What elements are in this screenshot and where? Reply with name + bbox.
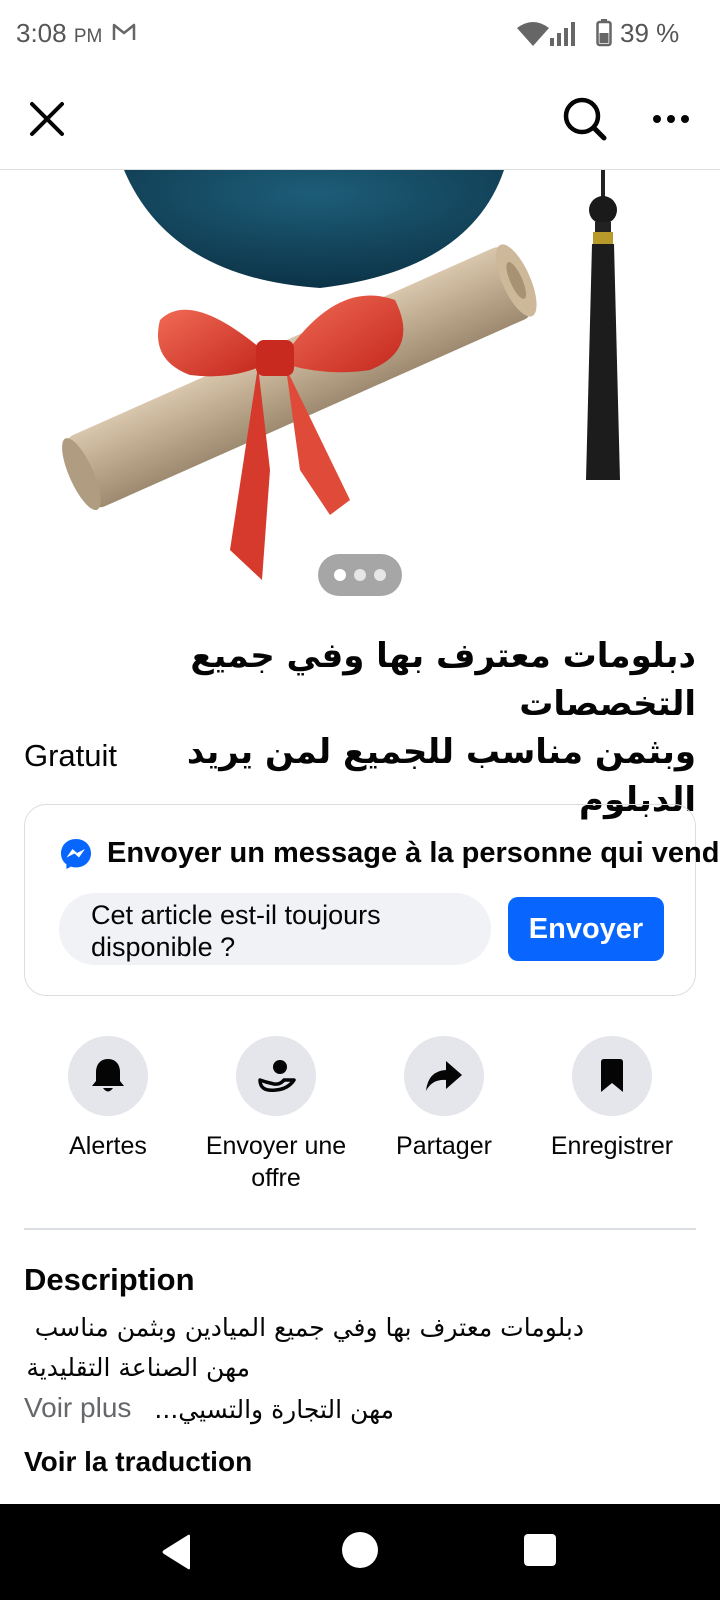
message-input[interactable]: Cet article est-il toujours disponible ? <box>59 893 491 965</box>
send-button[interactable]: Envoyer <box>508 897 664 961</box>
share-button[interactable]: Partager <box>360 1036 528 1162</box>
close-icon <box>30 102 64 136</box>
status-time-ampm: PM <box>73 26 103 47</box>
carousel-dot-2 <box>354 569 366 581</box>
status-time-value: 3:08 <box>16 18 67 48</box>
listing-price: Gratuit <box>24 738 118 773</box>
carousel-dot-3 <box>374 569 386 581</box>
search-button[interactable] <box>558 92 612 146</box>
message-input-line1: Cet article est-il toujours <box>91 900 381 930</box>
status-time: 3:08 PM <box>16 18 102 49</box>
message-heading: Envoyer un message à la personne qui ven… <box>107 837 720 869</box>
offer-icon <box>258 1060 296 1093</box>
send-offer-circle <box>236 1036 316 1116</box>
listing-title: دبلومات معترف بها وفي جميع التخصصات وبثم… <box>24 632 696 824</box>
wifi-icon <box>517 22 549 46</box>
status-bar: 3:08 PM 39 % <box>0 0 720 68</box>
more-icon <box>653 115 689 123</box>
battery-percent: 39 % <box>620 18 680 48</box>
listing-title-line1: دبلومات معترف بها وفي جميع التخصصات <box>190 636 696 724</box>
message-seller-card: Envoyer un message à la personne qui ven… <box>24 804 719 996</box>
alerts-circle <box>68 1036 148 1116</box>
home-icon[interactable] <box>342 1532 378 1568</box>
listing-photo[interactable] <box>0 170 720 610</box>
message-input-line2: disponible ? <box>91 932 236 962</box>
alerts-label: Alertes <box>69 1132 147 1160</box>
send-offer-label-line1: Envoyer une <box>205 1132 347 1160</box>
send-offer-label-line2: offre <box>251 1164 301 1192</box>
signal-icon <box>550 22 575 46</box>
save-circle <box>572 1036 652 1116</box>
more-options-button[interactable] <box>646 94 696 144</box>
description-line2: مهن الصناعة التقليدية <box>26 1353 250 1382</box>
gmail-icon <box>112 23 136 40</box>
back-icon[interactable] <box>160 1534 194 1570</box>
bookmark-icon <box>601 1059 623 1092</box>
android-nav-bar <box>0 1504 720 1600</box>
top-bar <box>0 68 720 170</box>
section-divider <box>24 1228 696 1230</box>
alerts-button[interactable]: Alertes <box>24 1036 192 1162</box>
save-label: Enregistrer <box>550 1132 674 1160</box>
description-heading: Description <box>24 1262 195 1297</box>
bell-icon <box>92 1059 124 1092</box>
description-line3: مهن التجارة والتسيي... <box>154 1395 394 1424</box>
see-translation-link[interactable]: Voir la traduction <box>24 1446 252 1478</box>
diploma-graduation-image <box>62 170 620 580</box>
search-icon <box>563 97 607 141</box>
recent-apps-icon[interactable] <box>524 1534 556 1566</box>
share-icon <box>426 1061 462 1091</box>
description-line1: دبلومات معترف بها وفي جميع الميادين وبثم… <box>34 1313 584 1342</box>
save-button[interactable]: Enregistrer <box>528 1036 696 1162</box>
messenger-icon <box>61 839 91 869</box>
carousel-dot-1 <box>334 569 346 581</box>
see-more-link[interactable]: Voir plus <box>24 1392 131 1424</box>
send-offer-button[interactable]: Envoyer une offre <box>192 1036 360 1194</box>
share-circle <box>404 1036 484 1116</box>
share-label: Partager <box>396 1132 492 1160</box>
carousel-indicator[interactable] <box>318 554 402 596</box>
action-row: Alertes Envoyer une offre Partager Enreg… <box>0 1036 720 1216</box>
close-button[interactable] <box>22 94 72 144</box>
battery-icon <box>596 19 612 47</box>
